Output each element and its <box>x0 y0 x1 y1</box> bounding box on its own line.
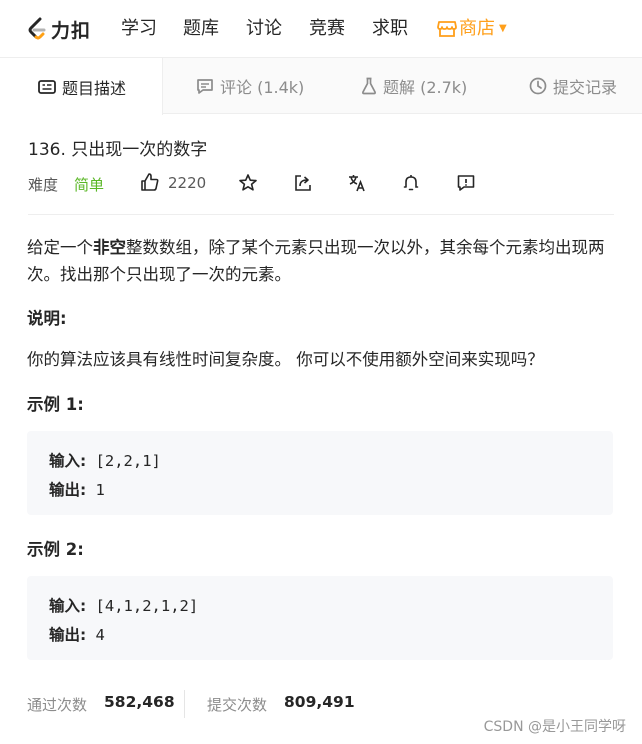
clock-icon <box>529 77 547 95</box>
tab-label: 评论 (1.4k) <box>220 78 305 97</box>
store-icon <box>437 20 457 38</box>
share-icon[interactable] <box>293 173 313 193</box>
submitted-label: 提交次数 <box>207 696 268 714</box>
input-label: 输入: <box>49 597 87 615</box>
tab-comments[interactable]: 评论 (1.4k) <box>196 58 304 114</box>
flask-icon <box>361 77 377 95</box>
comment-icon <box>196 77 214 95</box>
watermark: CSDN @是小王同学呀 <box>483 719 626 735</box>
stats-divider <box>184 690 185 718</box>
description-text: 给定一个 <box>27 238 93 257</box>
tab-submissions[interactable]: 提交记录 <box>529 58 617 114</box>
tab-label: 题解 (2.7k) <box>383 78 468 97</box>
description-emphasis: 非空 <box>93 238 126 257</box>
like-count: 2220 <box>168 174 207 192</box>
leetcode-logo-icon <box>26 17 48 41</box>
output-value: 4 <box>95 626 105 644</box>
submission-stats: 通过次数 582,468 提交次数 809,491 <box>27 690 613 718</box>
chevron-down-icon: ▼ <box>499 23 507 34</box>
description-icon <box>38 79 56 95</box>
submitted-value: 809,491 <box>284 693 355 711</box>
leetcode-logo[interactable]: 力扣 <box>26 16 91 42</box>
tab-label: 提交记录 <box>553 78 618 97</box>
tab-description[interactable]: 题目描述 <box>0 58 163 115</box>
store-label: 商店 <box>459 18 495 39</box>
problem-tabs: 题目描述 评论 (1.4k) 题解 (2.7k) 提交记录 <box>0 58 642 115</box>
note-text: 你的算法应该具有线性时间复杂度。 你可以不使用额外空间来实现吗？ <box>27 350 544 369</box>
example-code-block: 输入: [4,1,2,1,2] 输出: 4 <box>27 576 613 660</box>
example-heading: 示例 2: <box>27 540 84 559</box>
thumbs-up-icon[interactable] <box>140 172 160 192</box>
accepted-value: 582,468 <box>104 693 175 711</box>
input-label: 输入: <box>49 452 87 470</box>
star-icon[interactable] <box>238 173 258 193</box>
nav-item-store[interactable]: 商店 ▼ <box>437 18 507 40</box>
feedback-icon[interactable] <box>456 173 476 193</box>
nav-item-study[interactable]: 学习 <box>121 18 157 40</box>
input-value: [4,1,2,1,2] <box>95 597 199 615</box>
nav-item-discuss[interactable]: 讨论 <box>246 18 282 40</box>
output-label: 输出: <box>49 626 87 644</box>
divider <box>28 214 614 215</box>
difficulty-badge: 简单 <box>74 176 105 194</box>
example-heading: 示例 1: <box>27 395 84 414</box>
tab-solutions[interactable]: 题解 (2.7k) <box>361 58 467 114</box>
problem-meta: 难度 简单 2220 <box>28 172 614 196</box>
nav-item-problemset[interactable]: 题库 <box>183 18 219 40</box>
nav-item-jobs[interactable]: 求职 <box>372 18 408 40</box>
nav-item-contest[interactable]: 竞赛 <box>309 18 345 40</box>
input-value: [2,2,1] <box>95 452 161 470</box>
logo-text: 力扣 <box>51 19 92 42</box>
output-value: 1 <box>95 481 105 499</box>
tab-label: 题目描述 <box>62 78 127 98</box>
translate-icon[interactable] <box>347 173 367 193</box>
bell-icon[interactable] <box>401 173 421 193</box>
output-label: 输出: <box>49 481 87 499</box>
example-code-block: 输入: [2,2,1] 输出: 1 <box>27 431 613 515</box>
top-navbar: 力扣 学习 题库 讨论 竞赛 求职 商店 ▼ <box>0 0 642 58</box>
accepted-label: 通过次数 <box>27 696 88 714</box>
note-heading: 说明: <box>27 309 67 328</box>
problem-description: 给定一个非空整数数组，除了某个元素只出现一次以外，其余每个元素均出现两次。找出那… <box>27 234 617 288</box>
difficulty-label: 难度 <box>28 176 59 194</box>
problem-title: 136. 只出现一次的数字 <box>28 140 208 160</box>
